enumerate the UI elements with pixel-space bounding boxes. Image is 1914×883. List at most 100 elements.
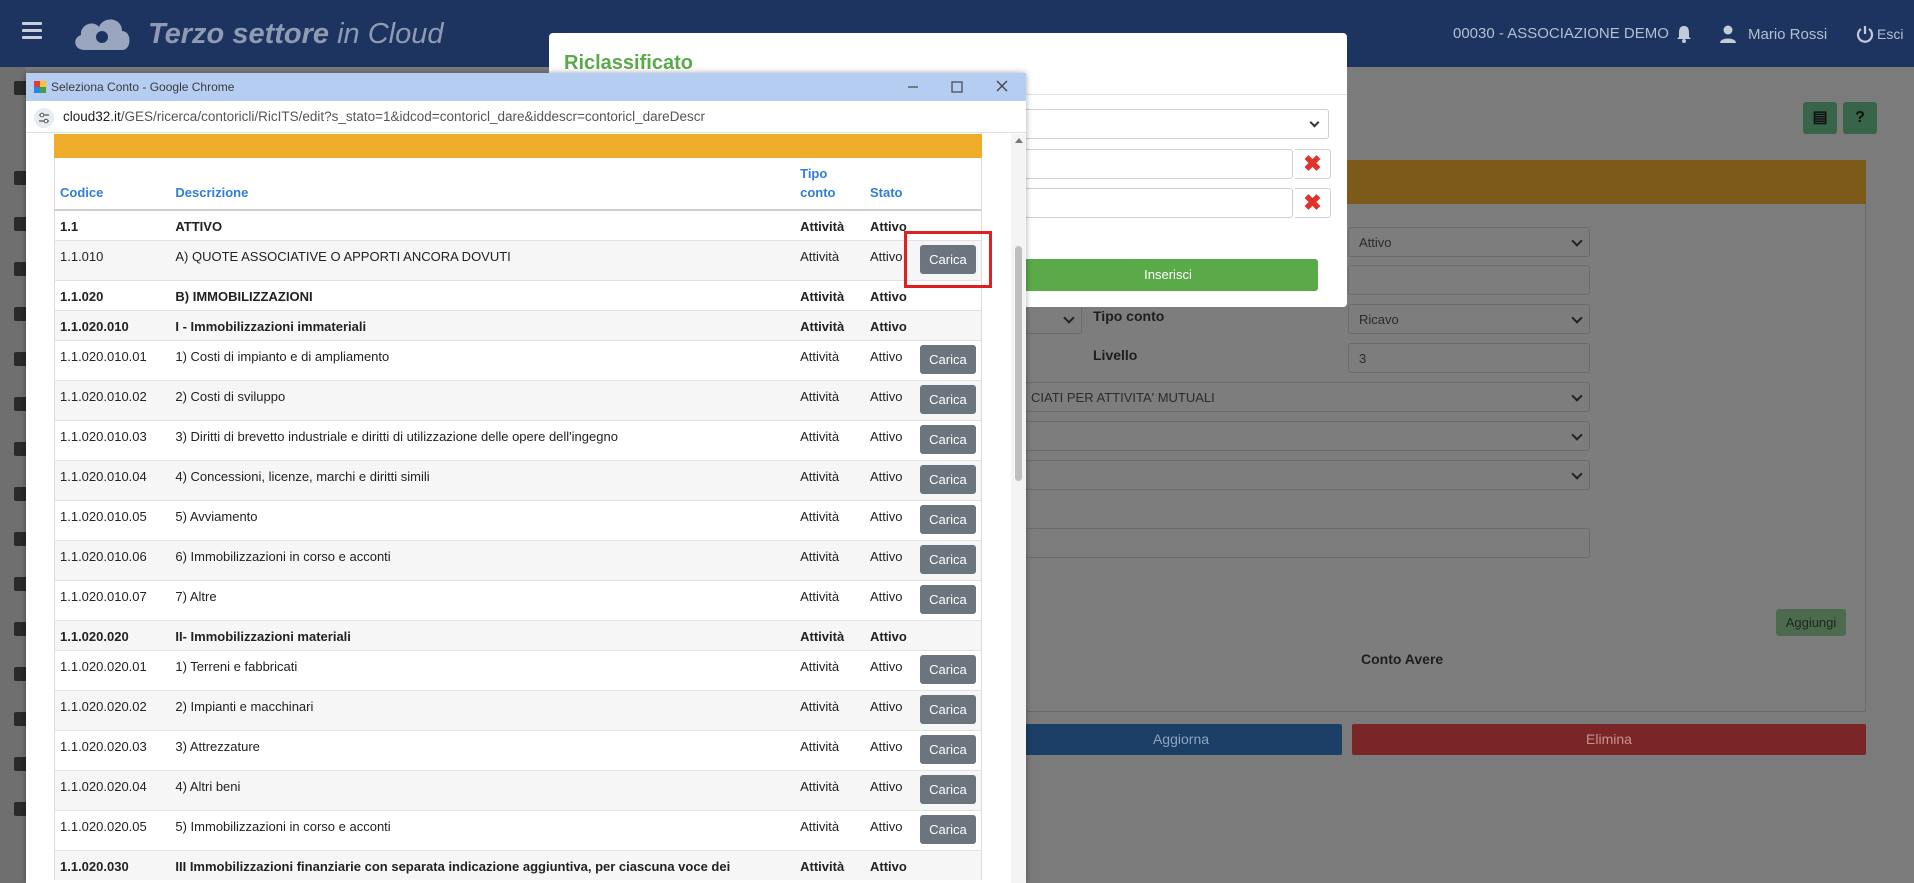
carica-button[interactable]: Carica bbox=[919, 584, 976, 614]
livello-field: 3 bbox=[1348, 343, 1590, 373]
scroll-up-arrow-icon[interactable] bbox=[1015, 138, 1023, 143]
conto-avere-field[interactable] bbox=[1019, 188, 1293, 218]
aggiorna-button[interactable]: Aggiorna bbox=[1020, 724, 1342, 755]
carica-button[interactable]: Carica bbox=[919, 774, 976, 804]
site-info-icon[interactable] bbox=[34, 108, 54, 128]
cell-actions: Carica bbox=[914, 809, 982, 850]
table-row[interactable]: 1.1.020.010.04 4) Concessioni, licenze, m… bbox=[54, 459, 982, 500]
power-icon[interactable] bbox=[1856, 25, 1874, 43]
stato-select[interactable]: Attivo bbox=[1348, 227, 1590, 257]
table-row[interactable]: 1.1.020.010 I - Immobilizzazioni immateri… bbox=[54, 309, 982, 340]
clear-dare-icon[interactable]: ✖ bbox=[1295, 149, 1331, 179]
logout-link[interactable]: Esci bbox=[1877, 26, 1903, 42]
cell-codice: 1.1.020.010.01 bbox=[54, 339, 171, 380]
col-descrizione[interactable]: Descrizione bbox=[170, 158, 796, 211]
text-field[interactable] bbox=[1348, 265, 1590, 295]
cell-tipo-conto: Attività bbox=[795, 579, 865, 620]
table-row[interactable]: 1.1.020.010.03 3) Diritti di brevetto ind… bbox=[54, 419, 982, 460]
cell-codice: 1.1.020.010.03 bbox=[54, 419, 171, 460]
cell-actions: Carica bbox=[914, 729, 982, 770]
url-text[interactable]: cloud32.it/GES/ricerca/contoricli/RicITS… bbox=[63, 109, 705, 124]
app-favicon-icon bbox=[34, 81, 46, 93]
small-select[interactable] bbox=[1020, 304, 1082, 334]
popup-content: Codice Descrizione Tipo conto Stato 1.1 AT… bbox=[26, 134, 1026, 883]
cell-actions bbox=[914, 309, 982, 340]
carica-button[interactable]: Carica bbox=[919, 424, 976, 454]
table-row[interactable]: 1.1.020.010.07 7) Altre Attività Attivo Cari… bbox=[54, 579, 982, 620]
table-row[interactable]: 1.1 ATTIVO Attività Attivo bbox=[54, 209, 982, 240]
carica-button[interactable]: Carica bbox=[919, 654, 976, 684]
cell-codice: 1.1.020.020.05 bbox=[54, 809, 171, 850]
scrollbar-thumb[interactable] bbox=[1015, 246, 1022, 481]
select-field[interactable] bbox=[1020, 460, 1590, 490]
table-row[interactable]: 1.1.020.020.02 2) Impianti e macchinari At… bbox=[54, 689, 982, 730]
help-icon[interactable]: ? bbox=[1843, 102, 1877, 134]
cell-stato: Attivo bbox=[865, 729, 915, 770]
clear-avere-icon[interactable]: ✖ bbox=[1295, 188, 1331, 218]
close-icon[interactable] bbox=[991, 77, 1013, 97]
elimina-button[interactable]: Elimina bbox=[1352, 724, 1866, 755]
table-row[interactable]: 1.1.020.010.01 1) Costi di impianto e di … bbox=[54, 339, 982, 380]
carica-button[interactable]: Carica bbox=[919, 814, 976, 844]
table-row[interactable]: 1.1.020.020.04 4) Altri beni Attività Attiv… bbox=[54, 769, 982, 810]
accounts-table: Codice Descrizione Tipo conto Stato 1.1 AT… bbox=[54, 158, 982, 880]
table-row[interactable]: 1.1.020.020.05 5) Immobilizzazioni in cor… bbox=[54, 809, 982, 850]
bell-icon[interactable] bbox=[1674, 24, 1694, 44]
cell-descrizione: I - Immobilizzazioni immateriali bbox=[170, 309, 796, 340]
col-codice[interactable]: Codice bbox=[54, 158, 171, 211]
carica-button[interactable]: Carica bbox=[919, 344, 976, 374]
cell-descrizione: A) QUOTE ASSOCIATIVE O APPORTI ANCORA DO… bbox=[170, 239, 796, 280]
cell-descrizione: 3) Diritti di brevetto industriale e dir… bbox=[170, 419, 796, 460]
col-stato[interactable]: Stato bbox=[865, 158, 915, 211]
cell-codice: 1.1.020.010.02 bbox=[54, 379, 171, 420]
table-row[interactable]: 1.1.020.020 II- Immobilizzazioni material… bbox=[54, 619, 982, 650]
table-row[interactable]: 1.1.020.020.01 1) Terreni e fabbricati Att… bbox=[54, 649, 982, 690]
cell-descrizione: 6) Immobilizzazioni in corso e acconti bbox=[170, 539, 796, 580]
cell-codice: 1.1 bbox=[54, 209, 171, 240]
carica-button[interactable]: Carica bbox=[919, 544, 976, 574]
aggiungi-button[interactable]: Aggiungi bbox=[1776, 609, 1846, 636]
carica-button[interactable]: Carica bbox=[919, 504, 976, 534]
cell-stato: Attivo bbox=[865, 339, 915, 380]
table-row[interactable]: 1.1.010 A) QUOTE ASSOCIATIVE O APPORTI AN… bbox=[54, 239, 982, 280]
category-select[interactable]: CIATI PER ATTIVITA' MUTUALI bbox=[1020, 382, 1590, 412]
cell-descrizione: 5) Immobilizzazioni in corso e acconti bbox=[170, 809, 796, 850]
table-row[interactable]: 1.1.020.010.06 6) Immobilizzazioni in cor… bbox=[54, 539, 982, 580]
maximize-icon[interactable] bbox=[946, 77, 968, 97]
address-bar[interactable]: cloud32.it/GES/ricerca/contoricli/RicITS… bbox=[26, 101, 1026, 133]
tipo-conto-label: Tipo conto bbox=[1093, 308, 1165, 324]
cell-descrizione: 3) Attrezzature bbox=[170, 729, 796, 770]
organization-name: 00030 - ASSOCIAZIONE DEMO bbox=[1453, 25, 1669, 42]
book-icon[interactable]: ▤ bbox=[1803, 102, 1837, 134]
carica-button[interactable]: Carica bbox=[919, 734, 976, 764]
carica-button[interactable]: Carica bbox=[919, 384, 976, 414]
window-title: Seleziona Conto - Google Chrome bbox=[51, 80, 235, 94]
table-row[interactable]: 1.1.020.010.05 5) Avviamento Attività Attiv… bbox=[54, 499, 982, 540]
tipo-conto-select[interactable]: Ricavo bbox=[1348, 304, 1590, 334]
user-icon[interactable] bbox=[1718, 24, 1738, 44]
text-field[interactable] bbox=[1020, 528, 1590, 558]
inserisci-button[interactable]: Inserisci bbox=[1018, 259, 1318, 291]
conto-dare-field[interactable] bbox=[1019, 149, 1293, 179]
cell-tipo-conto: Attività bbox=[795, 379, 865, 420]
table-row[interactable]: 1.1.020 B) IMMOBILIZZAZIONI Attività Attivo bbox=[54, 279, 982, 310]
carica-button[interactable]: Carica bbox=[919, 464, 976, 494]
select-field[interactable] bbox=[1020, 421, 1590, 451]
cell-descrizione: II- Immobilizzazioni materiali bbox=[170, 619, 796, 650]
window-title-bar[interactable]: Seleziona Conto - Google Chrome bbox=[26, 73, 1026, 101]
table-row[interactable]: 1.1.020.020.03 3) Attrezzature Attività Att… bbox=[54, 729, 982, 770]
menu-icon[interactable] bbox=[22, 22, 42, 39]
riclassificato-select[interactable] bbox=[1019, 109, 1329, 139]
table-row[interactable]: 1.1.020.010.02 2) Costi di sviluppo Attivi… bbox=[54, 379, 982, 420]
list-header-strip bbox=[54, 134, 982, 158]
cell-descrizione: 1) Terreni e fabbricati bbox=[170, 649, 796, 690]
col-tipo-conto[interactable]: Tipo conto bbox=[795, 158, 865, 211]
table-row[interactable]: 1.1.020.030 III Immobilizzazioni finanzia… bbox=[54, 849, 982, 880]
minimize-icon[interactable] bbox=[902, 77, 924, 97]
user-name[interactable]: Mario Rossi bbox=[1748, 26, 1827, 43]
cell-tipo-conto: Attività bbox=[795, 539, 865, 580]
col-actions bbox=[914, 158, 982, 211]
cell-descrizione: 5) Avviamento bbox=[170, 499, 796, 540]
carica-button[interactable]: Carica bbox=[919, 694, 976, 724]
cell-tipo-conto: Attività bbox=[795, 309, 865, 340]
